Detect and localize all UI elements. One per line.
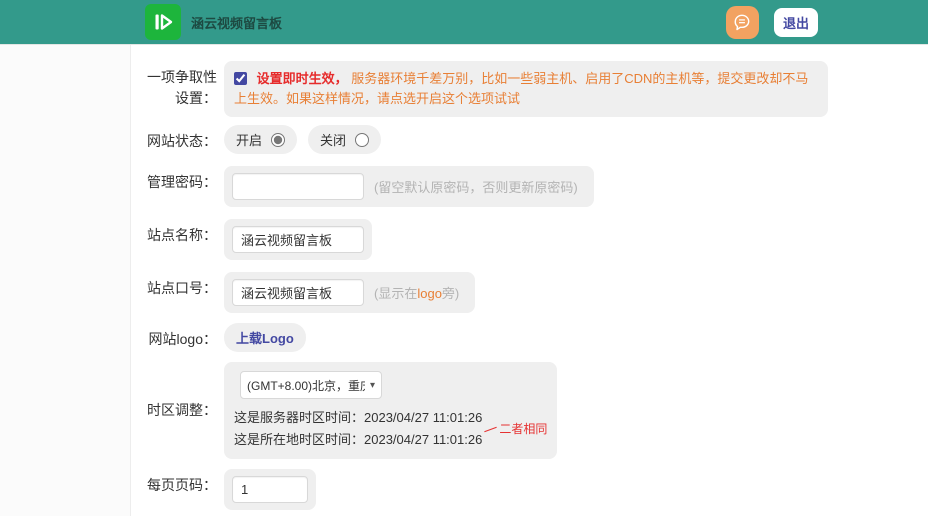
timezone-box: (GMT+8.00)北京，重庆，香 ▾ 这是服务器时区时间：2023/04/27… [224,362,557,459]
site-status-off-label: 关闭 [320,130,346,149]
admin-password-box: (留空默认原密码，否则更新原密码) [224,166,594,207]
slogan-hint-logo-word: logo [417,286,442,301]
instant-setting-bold-text: 设置即时生效， [257,71,348,86]
row-site-status: 网站状态： 开启 关闭 [131,125,928,154]
message-button[interactable] [726,6,759,39]
site-logo-label: 网站logo： [141,323,217,350]
instant-setting-checkbox[interactable] [234,72,247,85]
row-site-name: 站点名称： [131,219,928,260]
site-slogan-hint: (显示在logo旁) [374,283,459,302]
site-slogan-box: (显示在logo旁) [224,272,475,313]
site-status-on-option[interactable]: 开启 [224,125,297,154]
app-logo[interactable] [145,4,181,40]
row-site-slogan: 站点口号： (显示在logo旁) [131,272,928,313]
site-status-on-label: 开启 [236,130,262,149]
page-size-input[interactable] [232,476,308,503]
site-name-input[interactable] [232,226,364,253]
row-page-size: 每页页码： [131,469,928,510]
upload-logo-button[interactable]: 上载Logo [224,323,306,352]
site-name-box [224,219,372,260]
row-admin-password: 管理密码： (留空默认原密码，否则更新原密码) [131,166,928,207]
top-header: 涵云视频留言板 退出 [0,0,928,45]
page-size-box [224,469,316,510]
site-name-label: 站点名称： [141,219,217,246]
timezone-label: 时区调整： [141,400,217,421]
admin-password-hint: (留空默认原密码，否则更新原密码) [374,177,578,196]
instant-setting-label: 一项争取性设置： [141,61,217,109]
admin-password-label: 管理密码： [141,166,217,193]
timezone-select[interactable]: (GMT+8.00)北京，重庆，香 ▾ [240,371,382,399]
timezone-times: 这是服务器时区时间：2023/04/27 11:01:26 这是所在地时区时间：… [234,407,482,450]
admin-settings-page: 涵云视频留言板 退出 一项争取性设置： 设置即时生效， 服务器环境千差万别，比如… [0,0,928,516]
local-time-value: 2023/04/27 11:01:26 [364,432,482,447]
site-status-on-radio[interactable] [271,133,285,147]
chevron-down-icon: ▾ [370,380,375,391]
server-time-line: 这是服务器时区时间：2023/04/27 11:01:26 [234,407,482,428]
site-status-off-option[interactable]: 关闭 [308,125,381,154]
logout-button[interactable]: 退出 [774,8,818,37]
row-timezone: 时区调整： (GMT+8.00)北京，重庆，香 ▾ 这是服务器时区时间：2023… [131,362,928,459]
server-time-value: 2023/04/27 11:01:26 [364,410,482,425]
site-slogan-label: 站点口号： [141,272,217,299]
header-actions: 退出 [726,6,818,39]
site-status-label: 网站状态： [141,125,217,152]
local-time-line: 这是所在地时区时间：2023/04/27 11:01:26 [234,429,482,450]
settings-form: 一项争取性设置： 设置即时生效， 服务器环境千差万别，比如一些弱主机、启用了CD… [130,45,928,516]
page-size-label: 每页页码： [141,469,217,496]
chat-bubble-icon [732,12,752,32]
app-title: 涵云视频留言板 [191,13,282,32]
row-site-logo: 网站logo： 上载Logo [131,323,928,352]
play-logo-icon [151,10,175,34]
timezone-select-value: (GMT+8.00)北京，重庆，香 [247,377,365,394]
row-instant-setting: 一项争取性设置： 设置即时生效， 服务器环境千差万别，比如一些弱主机、启用了CD… [131,61,928,117]
site-slogan-input[interactable] [232,279,364,306]
admin-password-input[interactable] [232,173,364,200]
site-status-off-radio[interactable] [355,133,369,147]
times-equal-note: 二者相同 [484,420,547,437]
instant-setting-box: 设置即时生效， 服务器环境千差万别，比如一些弱主机、启用了CDN的主机等，提交更… [224,61,828,117]
